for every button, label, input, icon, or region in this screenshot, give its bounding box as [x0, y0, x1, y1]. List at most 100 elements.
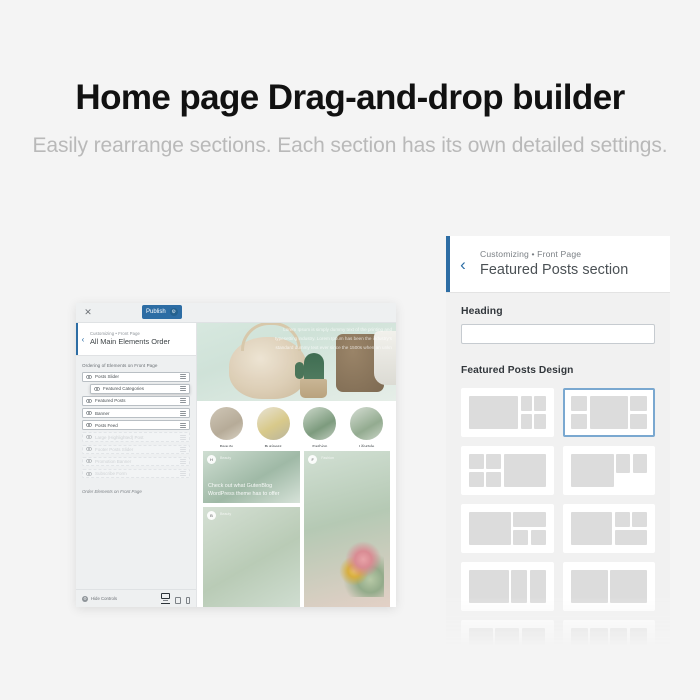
tablet-icon[interactable] — [175, 597, 181, 604]
element-order-row[interactable]: Large (Highlighted) Post — [82, 432, 190, 442]
eye-icon[interactable] — [86, 434, 92, 440]
publish-button[interactable]: Publish ⚙ — [142, 305, 182, 319]
element-order-list[interactable]: Posts Slider Featured Categories Featured … — [76, 372, 196, 479]
headline-block: Home page Drag-and-drop builder Easily r… — [0, 78, 700, 160]
design-thumbnail — [570, 628, 647, 646]
drag-handle-icon[interactable] — [180, 374, 186, 380]
preview-posts-feed[interactable]: H Beauty Check out what GutenBlog WordPr… — [197, 447, 396, 607]
element-order-label: Posts Feed — [95, 422, 118, 428]
panel-accent-bar — [76, 323, 78, 355]
design-thumbnail — [469, 396, 546, 429]
preview-post-card[interactable]: B Beauty — [203, 507, 301, 607]
drag-handle-icon[interactable] — [180, 386, 186, 392]
design-option[interactable] — [461, 446, 554, 495]
design-option[interactable] — [562, 504, 655, 553]
drag-handle-icon[interactable] — [180, 434, 186, 440]
mobile-icon[interactable] — [186, 597, 190, 604]
eye-icon[interactable] — [86, 446, 92, 452]
customizer-sidebar: ‹ Customizing • Front Page All Main Elem… — [76, 323, 197, 607]
gear-icon[interactable]: ⚙ — [169, 308, 178, 316]
element-order-label: Subscribe Form — [95, 471, 127, 476]
drag-handle-icon[interactable] — [180, 410, 186, 416]
element-order-row[interactable]: Footer Posts Slider — [82, 444, 190, 455]
design-option[interactable] — [461, 504, 554, 553]
gear-icon: ⚙ — [82, 595, 88, 602]
design-options-grid[interactable] — [461, 388, 655, 646]
category-thumbnail — [350, 407, 384, 440]
preview-featured-categories[interactable]: BeautyBusinessFashionLifestyle — [197, 401, 396, 449]
page-title: Home page Drag-and-drop builder — [75, 78, 625, 117]
close-icon[interactable]: ✕ — [79, 304, 97, 322]
page-subtitle: Easily rearrange sections. Each section … — [32, 134, 668, 158]
eye-icon[interactable] — [86, 410, 92, 416]
design-option[interactable] — [562, 620, 655, 646]
eye-icon[interactable] — [86, 398, 92, 404]
eye-icon[interactable] — [86, 458, 92, 464]
design-option[interactable] — [461, 388, 554, 437]
design-option[interactable] — [461, 620, 554, 646]
element-order-label: Featured Categories — [103, 386, 145, 392]
card-badge: H — [207, 455, 216, 464]
element-order-row[interactable]: Posts Slider — [82, 372, 190, 382]
drag-handle-icon[interactable] — [180, 446, 186, 452]
customizer-panel-header: ‹ Customizing • Front Page All Main Elem… — [76, 323, 196, 356]
customizer-window: ✕ Publish ⚙ ‹ Customizing • Front Page A… — [76, 303, 396, 607]
eye-icon[interactable] — [86, 374, 92, 380]
breadcrumb: Customizing • Front Page — [480, 248, 582, 259]
preview-hero-slider[interactable]: Lorem Ipsum is simply dummy text of the … — [197, 323, 396, 401]
card-badge: B — [207, 511, 216, 520]
design-thumbnail — [570, 396, 648, 429]
design-thumbnail — [469, 512, 546, 545]
card-title: Check out what GutenBlog WordPress theme… — [208, 483, 280, 497]
drag-handle-icon[interactable] — [180, 398, 186, 404]
design-option[interactable] — [461, 562, 554, 611]
drag-handle-icon[interactable] — [180, 422, 186, 428]
hide-controls-button[interactable]: ⚙ Hide Controls — [82, 595, 117, 602]
design-option[interactable] — [562, 562, 655, 611]
site-preview[interactable]: Lorem Ipsum is simply dummy text of the … — [197, 323, 396, 607]
preview-category-item[interactable]: Beauty — [206, 407, 246, 449]
card-tagline: Beauty — [220, 512, 232, 516]
panel-accent-bar — [446, 236, 450, 292]
element-order-row[interactable]: Banner — [82, 408, 190, 418]
back-chevron-icon[interactable]: ‹ — [446, 256, 480, 273]
featured-posts-design-label: Featured Posts Design — [461, 365, 574, 376]
element-order-label: Promotion Banner — [95, 458, 132, 464]
drag-handle-icon[interactable] — [180, 458, 186, 464]
design-thumbnail — [469, 570, 546, 603]
category-thumbnail — [303, 407, 337, 440]
panel-title: All Main Elements Order — [90, 336, 171, 346]
design-option[interactable] — [562, 388, 655, 437]
preview-post-card[interactable]: F Fashion — [304, 451, 390, 607]
element-order-row[interactable]: Promotion Banner — [82, 456, 190, 467]
element-order-row[interactable]: Posts Feed — [82, 420, 190, 430]
design-option[interactable] — [562, 446, 655, 495]
hero-overlay-text: Lorem Ipsum is simply dummy text of the … — [275, 327, 392, 350]
element-order-row[interactable]: Subscribe Form — [82, 468, 190, 479]
preview-category-item[interactable]: Business — [253, 407, 293, 449]
element-order-label: Footer Posts Slider — [95, 446, 134, 452]
element-order-row[interactable]: Featured Posts — [82, 396, 190, 406]
desktop-icon[interactable] — [161, 593, 170, 604]
element-order-label: Posts Slider — [95, 374, 120, 380]
category-thumbnail — [256, 407, 290, 440]
eye-icon[interactable] — [86, 471, 92, 477]
section-panel-header: ‹ Customizing • Front Page Featured Post… — [446, 236, 670, 293]
eye-icon[interactable] — [86, 422, 92, 428]
back-chevron-icon[interactable]: ‹ — [76, 335, 90, 344]
element-order-label: Large (Highlighted) Post — [95, 434, 144, 440]
preview-category-item[interactable]: Fashion — [300, 407, 340, 449]
heading-label: Heading — [461, 306, 503, 317]
preview-category-item[interactable]: Lifestyle — [347, 407, 387, 449]
eye-icon[interactable] — [94, 386, 100, 392]
card-flower-image — [338, 539, 384, 597]
element-order-label: Banner — [95, 410, 110, 416]
drag-handle-icon[interactable] — [180, 471, 186, 477]
heading-input[interactable] — [461, 324, 655, 344]
card-tagline: Fashion — [321, 456, 335, 460]
element-order-row[interactable]: Featured Categories — [90, 384, 190, 394]
preview-post-card[interactable]: H Beauty Check out what GutenBlog WordPr… — [203, 451, 301, 503]
device-preview-switcher[interactable] — [161, 593, 190, 604]
breadcrumb: Customizing • Front Page — [90, 330, 140, 336]
element-order-label: Featured Posts — [95, 398, 126, 404]
